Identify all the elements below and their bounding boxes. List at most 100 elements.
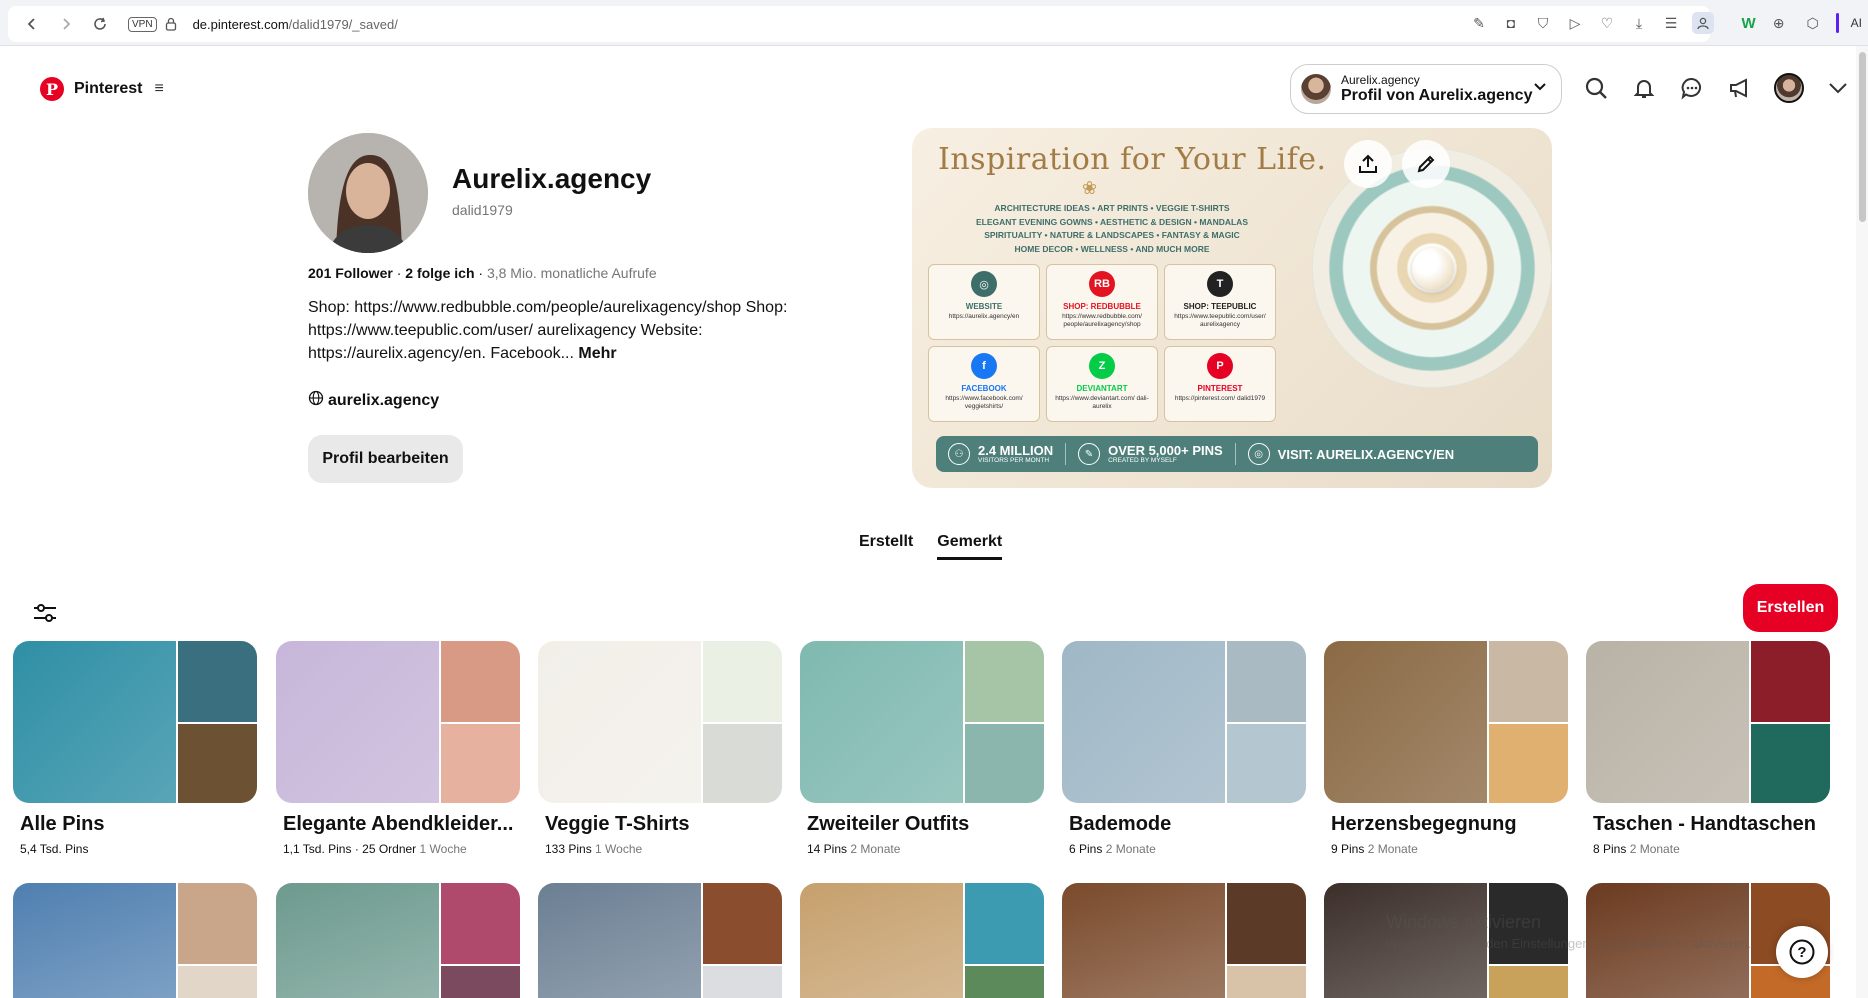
board-card[interactable]: Taschen - Handtaschen 8 Pins 2 Monate	[1586, 641, 1830, 856]
banner-stat-value: VISIT: AURELIX.AGENCY/EN	[1277, 446, 1455, 462]
url-host: de.pinterest.com	[192, 16, 289, 32]
scrollbar-thumb[interactable]	[1859, 52, 1866, 222]
website-text: aurelix.agency	[328, 391, 440, 409]
list-icon[interactable]: ☰	[1660, 12, 1682, 34]
followers-link[interactable]: 201 Follower	[308, 265, 393, 281]
banner-stat: ◎ VISIT: AURELIX.AGENCY/EN	[1234, 443, 1466, 465]
pinterest-logo[interactable]: P Pinterest ≡	[40, 77, 164, 101]
notifications-icon[interactable]	[1630, 74, 1658, 102]
banner-stats-bar: ⚇ 2.4 MILLION VISITORS PER MONTH ✎ OVER 5…	[936, 436, 1538, 472]
board-card[interactable]	[800, 883, 1044, 998]
pin-icon: ✎	[1078, 443, 1101, 465]
user-avatar[interactable]	[1774, 73, 1804, 103]
ai-icon[interactable]: AI	[1851, 16, 1862, 30]
extension-w-icon[interactable]: W	[1741, 15, 1755, 32]
browser-actions: ✎ ◘ ⛉ ▷ ♡ ⤓ ☰	[1468, 12, 1714, 34]
board-cover[interactable]	[1586, 641, 1830, 803]
cube-icon[interactable]: ⬡	[1802, 12, 1824, 34]
svg-text:?: ?	[1797, 944, 1806, 961]
board-title[interactable]: Bademode	[1069, 813, 1309, 836]
banner-category-line: SPIRITUALITY • NATURE & LANDSCAPES • FAN…	[984, 230, 1240, 240]
board-cover[interactable]	[1324, 641, 1568, 803]
board-card[interactable]: Alle Pins 5,4 Tsd. Pins	[13, 641, 257, 856]
play-icon[interactable]: ▷	[1564, 12, 1586, 34]
lock-icon[interactable]	[165, 15, 183, 33]
back-icon[interactable]	[18, 10, 46, 38]
tab-created[interactable]: Erstellt	[859, 533, 913, 560]
board-card[interactable]: Zweiteiler Outfits 14 Pins 2 Monate	[800, 641, 1044, 856]
board-cover[interactable]	[13, 883, 257, 998]
board-cover[interactable]	[276, 641, 520, 803]
search-icon[interactable]	[1582, 74, 1610, 102]
board-cover-image	[178, 883, 257, 964]
board-cover[interactable]	[538, 641, 782, 803]
board-cover-image	[703, 883, 782, 964]
board-meta: 1,1 Tsd. Pins · 25 Ordner 1 Woche	[283, 842, 520, 856]
board-card[interactable]	[1062, 883, 1306, 998]
banner-stat-label: CREATED BY MYSELF	[1108, 456, 1177, 464]
camera-icon[interactable]: ◘	[1500, 12, 1522, 34]
create-button[interactable]: Erstellen	[1743, 584, 1838, 632]
filter-button[interactable]	[30, 598, 60, 628]
extension-bar-icon[interactable]	[1835, 13, 1839, 33]
board-cover-image	[965, 966, 1044, 998]
banner-link-tile: Z DEVIANTART https://www.deviantart.com/ d…	[1046, 346, 1158, 422]
board-title[interactable]: Alle Pins	[20, 813, 260, 836]
board-cover[interactable]	[13, 641, 257, 803]
forward-icon[interactable]	[52, 10, 80, 38]
tab-saved[interactable]: Gemerkt	[937, 533, 1003, 560]
board-card[interactable]	[538, 883, 782, 998]
board-title[interactable]: Taschen - Handtaschen	[1593, 813, 1833, 836]
download-icon[interactable]: ⤓	[1628, 12, 1650, 34]
globe-icon[interactable]: ⊕	[1768, 12, 1790, 34]
website-link[interactable]: aurelix.agency	[308, 390, 439, 411]
board-title[interactable]: Herzensbegegnung	[1331, 813, 1571, 836]
board-card[interactable]	[13, 883, 257, 998]
board-card[interactable]: Elegante Abendkleider... 1,1 Tsd. Pins · …	[276, 641, 520, 856]
board-card[interactable]: Veggie T-Shirts 133 Pins 1 Woche	[538, 641, 782, 856]
board-card[interactable]	[276, 883, 520, 998]
board-pin-count: 1,1 Tsd. Pins	[283, 842, 352, 856]
reload-icon[interactable]	[86, 10, 114, 38]
header-actions	[1582, 73, 1852, 103]
board-cover[interactable]	[538, 883, 782, 998]
address-bar[interactable]: VPN de.pinterest.com/dalid1979/_saved/	[8, 6, 1710, 42]
chevron-down-icon[interactable]	[1824, 74, 1852, 102]
vpn-badge[interactable]: VPN	[128, 16, 157, 32]
bio-more-link[interactable]: Mehr	[578, 345, 616, 362]
edit-page-icon[interactable]: ✎	[1468, 12, 1490, 34]
board-updated: 1 Woche	[419, 842, 467, 856]
board-card[interactable]: Bademode 6 Pins 2 Monate	[1062, 641, 1306, 856]
profile-avatar	[308, 133, 428, 253]
board-cover[interactable]	[800, 641, 1044, 803]
board-subfolder-count: · 25 Ordner	[351, 842, 417, 856]
board-cover-main-image	[1062, 641, 1225, 803]
shield-icon[interactable]: ⛉	[1532, 12, 1554, 34]
edit-profile-button[interactable]: Profil bearbeiten	[308, 435, 463, 483]
windows-activation-text: Wechseln Sie zu den Einstellungen, um Wi…	[1386, 936, 1752, 951]
banner-category-line: ARCHITECTURE IDEAS • ART PRINTS • VEGGIE…	[994, 203, 1230, 213]
board-title[interactable]: Zweiteiler Outfits	[807, 813, 1047, 836]
help-button[interactable]: ?	[1776, 926, 1828, 978]
following-link[interactable]: 2 folge ich	[405, 265, 474, 281]
menu-icon[interactable]: ≡	[154, 80, 163, 98]
sliders-icon	[34, 604, 56, 622]
board-cover-main-image	[276, 641, 439, 803]
profile-icon[interactable]	[1692, 12, 1714, 34]
board-title[interactable]: Elegante Abendkleider...	[283, 813, 523, 836]
board-cover[interactable]	[1062, 641, 1306, 803]
board-cover[interactable]	[1062, 883, 1306, 998]
heart-icon[interactable]: ♡	[1596, 12, 1618, 34]
edit-cover-button[interactable]	[1402, 140, 1450, 188]
board-cover-main-image	[1586, 641, 1749, 803]
share-button[interactable]	[1344, 140, 1392, 188]
profile-switcher[interactable]: Aurelix.agency Profil von Aurelix.agency	[1290, 64, 1562, 114]
board-title[interactable]: Veggie T-Shirts	[545, 813, 785, 836]
messages-icon[interactable]	[1678, 74, 1706, 102]
board-cover[interactable]	[276, 883, 520, 998]
tile-label: SHOP: REDBUBBLE	[1063, 302, 1141, 311]
megaphone-icon[interactable]	[1726, 74, 1754, 102]
board-cover[interactable]	[800, 883, 1044, 998]
url-text[interactable]: de.pinterest.com/dalid1979/_saved/	[193, 17, 398, 32]
board-card[interactable]: Herzensbegegnung 9 Pins 2 Monate	[1324, 641, 1568, 856]
